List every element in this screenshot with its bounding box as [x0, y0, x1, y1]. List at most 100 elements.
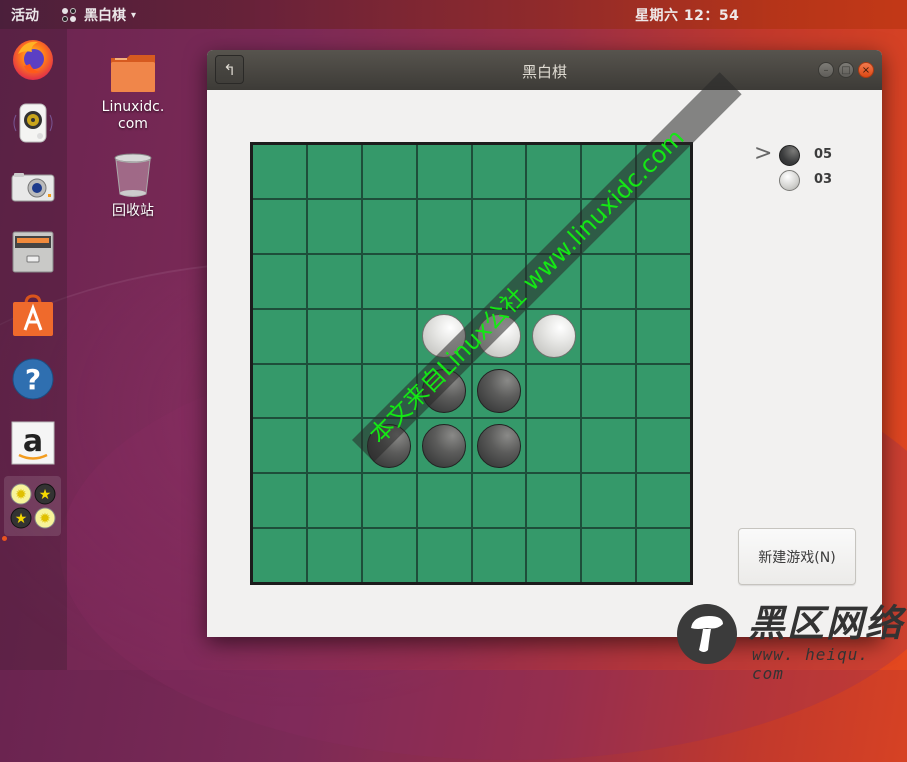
dock-item-reversi[interactable]: ✹ ★ ★ ✹ — [4, 476, 61, 536]
board-cell[interactable] — [527, 474, 581, 528]
svg-text:★: ★ — [14, 511, 27, 527]
board-cell[interactable] — [637, 529, 690, 582]
dock-item-shotwell[interactable] — [7, 161, 59, 213]
black-piece — [422, 423, 467, 468]
board-cell[interactable] — [253, 419, 306, 473]
board-cell[interactable] — [637, 364, 690, 418]
board-cell[interactable] — [307, 254, 361, 308]
running-indicator — [2, 536, 7, 541]
board-cell[interactable] — [637, 309, 690, 363]
board-cell[interactable] — [362, 254, 416, 308]
dock-item-amazon[interactable]: a — [7, 417, 59, 469]
board-cell[interactable] — [417, 254, 471, 308]
trash-icon — [114, 153, 152, 197]
svg-text:✹: ✹ — [39, 511, 51, 527]
black-piece — [476, 368, 521, 413]
board-cell[interactable] — [582, 309, 636, 363]
minimize-icon: – — [823, 64, 829, 76]
desktop-icon-label: com — [118, 116, 148, 132]
board-cell[interactable] — [417, 474, 471, 528]
board-cell[interactable] — [472, 199, 526, 253]
app-menu[interactable]: 黑白棋 ▾ — [62, 5, 136, 25]
board-cell[interactable] — [253, 474, 306, 528]
speaker-icon — [13, 103, 53, 143]
top-bar: 活动 黑白棋 ▾ 星期六 12：54 — [0, 0, 907, 29]
white-piece — [531, 314, 576, 359]
dock: ? a ✹ ★ ★ ✹ — [0, 29, 67, 670]
dock-item-firefox[interactable] — [7, 33, 59, 85]
close-button[interactable]: × — [858, 62, 874, 78]
board-cell[interactable] — [253, 199, 306, 253]
svg-text:a: a — [23, 424, 43, 459]
board-cell[interactable] — [472, 474, 526, 528]
watermark-logo-url: www. heiqu. com — [752, 645, 869, 683]
board-cell[interactable] — [417, 199, 471, 253]
shopping-bag-icon — [13, 294, 53, 336]
camera-icon — [11, 173, 55, 202]
minimize-button[interactable]: – — [818, 62, 834, 78]
board-cell[interactable] — [527, 309, 581, 363]
dock-item-rhythmbox[interactable] — [7, 97, 59, 149]
turn-indicator: > — [754, 141, 773, 166]
reversi-app-icon — [62, 8, 76, 22]
svg-text:★: ★ — [38, 487, 51, 503]
desktop-icon-label: 回收站 — [112, 203, 154, 219]
folder-icon — [111, 55, 155, 92]
board-cell[interactable] — [472, 145, 526, 198]
dock-item-ubuntu-software[interactable] — [7, 289, 59, 341]
clock[interactable]: 星期六 12：54 — [635, 5, 739, 25]
board-cell[interactable] — [472, 419, 526, 473]
reversi-icon: ✹ ★ ★ ✹ — [10, 483, 55, 529]
dock-item-files[interactable] — [7, 225, 59, 277]
board-cell[interactable] — [362, 474, 416, 528]
firefox-icon — [13, 40, 53, 80]
board-cell[interactable] — [582, 474, 636, 528]
board-cell[interactable] — [253, 364, 306, 418]
board-cell[interactable] — [527, 419, 581, 473]
board-cell[interactable] — [253, 309, 306, 363]
board-cell[interactable] — [253, 145, 306, 198]
board-cell[interactable] — [582, 254, 636, 308]
desktop-icon-folder[interactable]: Linuxidc. com — [93, 52, 173, 133]
board-cell[interactable] — [307, 199, 361, 253]
board-cell[interactable] — [307, 474, 361, 528]
board-cell[interactable] — [527, 364, 581, 418]
board-cell[interactable] — [307, 529, 361, 582]
board-cell[interactable] — [253, 254, 306, 308]
black-score: 05 — [814, 147, 833, 162]
board-cell[interactable] — [307, 145, 361, 198]
activities-button[interactable]: 活动 — [11, 5, 39, 25]
board-cell[interactable] — [637, 419, 690, 473]
board-cell[interactable] — [362, 309, 416, 363]
board-cell[interactable] — [527, 145, 581, 198]
title-bar: ↰ 黑白棋 – □ × — [207, 50, 882, 90]
board-cell[interactable] — [362, 199, 416, 253]
board-cell[interactable] — [307, 309, 361, 363]
board-cell[interactable] — [637, 254, 690, 308]
board-cell[interactable] — [527, 529, 581, 582]
board-cell[interactable] — [253, 529, 306, 582]
board-cell[interactable] — [417, 145, 471, 198]
black-piece-icon — [779, 145, 800, 166]
board-cell[interactable] — [307, 364, 361, 418]
black-piece — [476, 423, 521, 468]
board-cell[interactable] — [417, 529, 471, 582]
desktop-icon-trash[interactable]: 回收站 — [93, 152, 173, 220]
board-cell[interactable] — [362, 145, 416, 198]
board-cell[interactable] — [637, 199, 690, 253]
board-cell[interactable] — [582, 419, 636, 473]
chevron-down-icon: ▾ — [131, 9, 137, 21]
board-cell[interactable] — [472, 529, 526, 582]
board-cell[interactable] — [637, 474, 690, 528]
board-cell[interactable] — [362, 529, 416, 582]
board-cell[interactable] — [472, 364, 526, 418]
board-cell[interactable] — [307, 419, 361, 473]
maximize-button[interactable]: □ — [838, 62, 854, 78]
app-menu-label: 黑白棋 — [84, 8, 126, 24]
dock-item-help[interactable]: ? — [7, 353, 59, 405]
new-game-button[interactable]: 新建游戏(N) — [738, 528, 856, 585]
maximize-icon: □ — [841, 64, 851, 76]
board-cell[interactable] — [417, 419, 471, 473]
board-cell[interactable] — [582, 529, 636, 582]
board-cell[interactable] — [582, 364, 636, 418]
